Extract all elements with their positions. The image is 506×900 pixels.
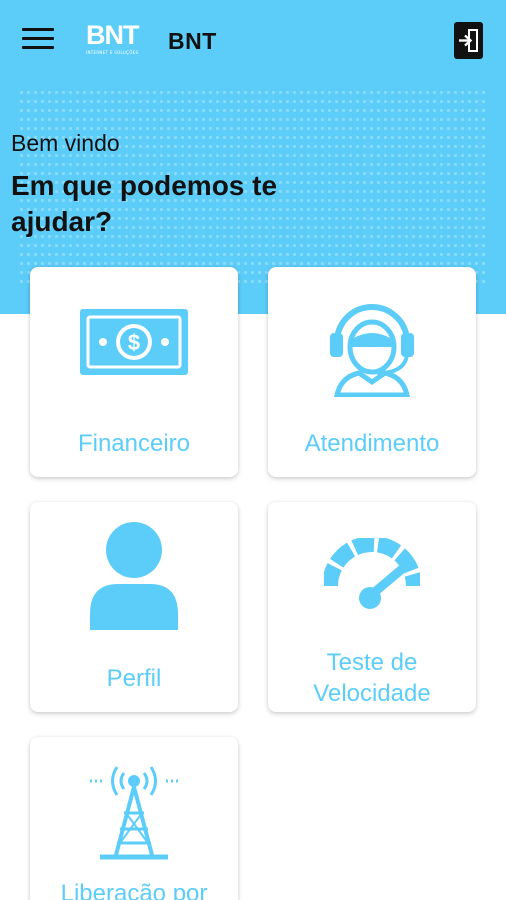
page-headline: Em que podemos te ajudar? bbox=[11, 170, 278, 237]
card-label: Perfil bbox=[106, 665, 162, 692]
welcome-text: Bem vindo bbox=[11, 130, 120, 156]
bnt-logo: BNT INTERNET E SOLUÇÕES bbox=[86, 22, 148, 58]
logo-mark: BNT bbox=[86, 20, 140, 50]
logout-button[interactable] bbox=[454, 22, 483, 59]
card-label: Teste de Velocidade bbox=[313, 649, 431, 707]
hamburger-menu-icon[interactable] bbox=[22, 28, 54, 52]
card-label: Liberação por bbox=[60, 880, 208, 900]
speedometer-icon bbox=[324, 538, 420, 609]
card-atendimento[interactable]: Atendimento bbox=[268, 267, 476, 477]
money-bill-icon: $ bbox=[80, 309, 188, 375]
top-app-bar: BNT INTERNET E SOLUÇÕES BNT bbox=[0, 0, 506, 84]
card-teste-de-velocidade[interactable]: Teste de Velocidade bbox=[268, 502, 476, 712]
headset-support-icon bbox=[330, 304, 414, 397]
card-label: Financeiro bbox=[77, 430, 191, 457]
app-title: BNT bbox=[168, 28, 217, 54]
card-label: Atendimento bbox=[304, 430, 440, 457]
user-profile-icon bbox=[90, 522, 178, 630]
logout-icon bbox=[459, 29, 478, 52]
card-liberacao[interactable]: Liberação por bbox=[30, 737, 238, 900]
logo-subtext: INTERNET E SOLUÇÕES bbox=[86, 50, 139, 55]
broadcast-tower-icon bbox=[90, 766, 178, 860]
card-financeiro[interactable]: $ Financeiro bbox=[30, 267, 238, 477]
card-perfil[interactable]: Perfil bbox=[30, 502, 238, 712]
svg-text:$: $ bbox=[128, 330, 140, 355]
